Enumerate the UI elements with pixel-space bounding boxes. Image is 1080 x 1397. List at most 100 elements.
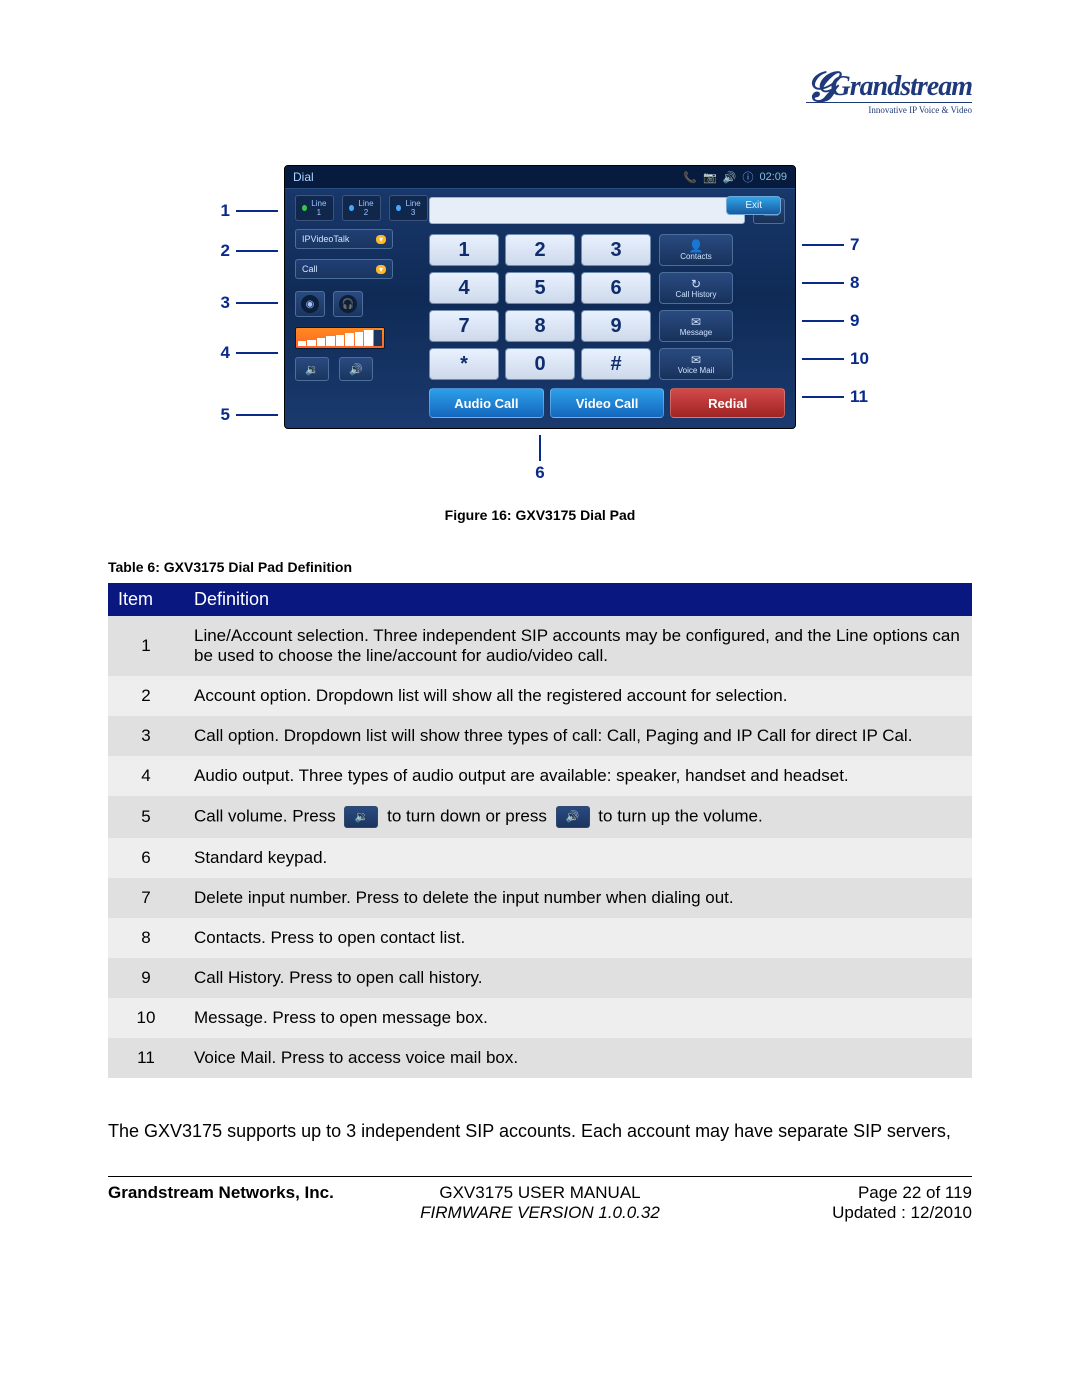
message-button-label: Message [680, 328, 712, 337]
line-tabs: Line 1Line 2Line 3 [295, 195, 419, 221]
table-caption: Table 6: GXV3175 Dial Pad Definition [108, 559, 972, 575]
table-row: 4Audio output. Three types of audio outp… [108, 756, 972, 796]
callhistory-button-label: Call History [676, 290, 717, 299]
row-item: 6 [108, 838, 184, 878]
row-item: 3 [108, 716, 184, 756]
voicemail-button[interactable]: ✉Voice Mail [659, 348, 733, 380]
account-label: IPVideoTalk [302, 234, 349, 244]
callout-2: 2 [215, 241, 278, 261]
key-1[interactable]: 1 [429, 234, 499, 266]
table-row: 7Delete input number. Press to delete th… [108, 878, 972, 918]
row-definition: Voice Mail. Press to access voice mail b… [184, 1038, 972, 1078]
table-row: 5Call volume. Press 🔉 to turn down or pr… [108, 796, 972, 838]
callout-8: 8 [802, 273, 865, 293]
key-2[interactable]: 2 [505, 234, 575, 266]
row-definition: Call volume. Press 🔉 to turn down or pre… [184, 796, 972, 838]
callout-7: 7 [802, 235, 865, 255]
row-item: 4 [108, 756, 184, 796]
key-7[interactable]: 7 [429, 310, 499, 342]
key-8[interactable]: 8 [505, 310, 575, 342]
volume-meter [295, 327, 385, 349]
key-*[interactable]: * [429, 348, 499, 380]
row-definition: Delete input number. Press to delete the… [184, 878, 972, 918]
account-dropdown[interactable]: IPVideoTalk ▾ [295, 229, 393, 249]
volume-down-icon: 🔉 [344, 806, 378, 828]
side-actions: 👤Contacts↻Call History✉Message✉Voice Mai… [659, 234, 733, 380]
key-0[interactable]: 0 [505, 348, 575, 380]
message-button[interactable]: ✉Message [659, 310, 733, 342]
clock: 02:09 [759, 171, 787, 183]
speaker-button[interactable]: ◉ [295, 291, 325, 317]
table-row: 1Line/Account selection. Three independe… [108, 616, 972, 676]
row-item: 7 [108, 878, 184, 918]
status-dot-icon [302, 205, 307, 211]
headset-button[interactable]: 🎧 [333, 291, 363, 317]
line-label: Line 1 [311, 199, 328, 217]
footer-page: Page 22 of 119 [684, 1183, 972, 1203]
exit-button[interactable]: Exit [726, 196, 781, 215]
row-definition: Standard keypad. [184, 838, 972, 878]
info-icon: ⓘ [742, 169, 753, 185]
voicemail-button-icon: ✉ [691, 354, 701, 366]
callout-10: 10 [802, 349, 875, 369]
row-definition: Account option. Dropdown list will show … [184, 676, 972, 716]
keypad: 123 456 789 *0# [429, 234, 651, 380]
volume-icon: 🔊 [723, 171, 737, 184]
volume-down-button[interactable]: 🔉 [295, 357, 329, 381]
col-definition: Definition [184, 583, 972, 616]
definition-table: Item Definition 1Line/Account selection.… [108, 583, 972, 1078]
key-3[interactable]: 3 [581, 234, 651, 266]
brand-logo: 𝒢Grandstream Innovative IP Voice & Video [806, 58, 972, 115]
key-4[interactable]: 4 [429, 272, 499, 304]
footer-updated: Updated : 12/2010 [684, 1203, 972, 1223]
table-row: 10Message. Press to open message box. [108, 998, 972, 1038]
line-label: Line 2 [358, 199, 375, 217]
table-row: 6Standard keypad. [108, 838, 972, 878]
figure: 12345 Dial 📞 📷 🔊 ⓘ 02:09 Exit [108, 152, 972, 523]
phone-icon: 📞 [683, 171, 697, 184]
row-item: 1 [108, 616, 184, 676]
contacts-button-label: Contacts [680, 252, 712, 261]
footer-fw: FIRMWARE VERSION 1.0.0.32 [396, 1203, 684, 1223]
callout-6: 6 [284, 435, 796, 483]
row-item: 11 [108, 1038, 184, 1078]
callout-9: 9 [802, 311, 865, 331]
page-footer: Grandstream Networks, Inc. GXV3175 USER … [108, 1183, 972, 1223]
key-5[interactable]: 5 [505, 272, 575, 304]
callout-4: 4 [215, 343, 278, 363]
volume-up-button[interactable]: 🔊 [339, 357, 373, 381]
calltype-label: Call [302, 264, 318, 274]
status-dot-icon [349, 205, 354, 211]
line-tab-2[interactable]: Line 2 [342, 195, 381, 221]
table-row: 9Call History. Press to open call histor… [108, 958, 972, 998]
body-paragraph: The GXV3175 supports up to 3 independent… [108, 1118, 972, 1146]
calltype-dropdown[interactable]: Call ▾ [295, 259, 393, 279]
row-item: 10 [108, 998, 184, 1038]
audio-output-row: ◉ 🎧 [295, 291, 419, 317]
status-bar: Dial 📞 📷 🔊 ⓘ 02:09 [285, 166, 795, 189]
key-6[interactable]: 6 [581, 272, 651, 304]
status-dot-icon [396, 205, 401, 211]
key-#[interactable]: # [581, 348, 651, 380]
row-item: 5 [108, 796, 184, 838]
callout-3: 3 [215, 293, 278, 313]
key-9[interactable]: 9 [581, 310, 651, 342]
row-item: 8 [108, 918, 184, 958]
line-tab-1[interactable]: Line 1 [295, 195, 334, 221]
row-definition: Call option. Dropdown list will show thr… [184, 716, 972, 756]
row-item: 9 [108, 958, 184, 998]
video-call-button[interactable]: Video Call [550, 388, 665, 418]
row-definition: Audio output. Three types of audio outpu… [184, 756, 972, 796]
window-title: Dial [293, 170, 314, 184]
audio-call-button[interactable]: Audio Call [429, 388, 544, 418]
row-definition: Line/Account selection. Three independen… [184, 616, 972, 676]
callout-5: 5 [215, 405, 278, 425]
callhistory-button[interactable]: ↻Call History [659, 272, 733, 304]
row-definition: Message. Press to open message box. [184, 998, 972, 1038]
message-button-icon: ✉ [691, 316, 701, 328]
contacts-button[interactable]: 👤Contacts [659, 234, 733, 266]
voicemail-button-label: Voice Mail [678, 366, 714, 375]
logo-text: Grandstream [831, 71, 972, 102]
redial-button[interactable]: Redial [670, 388, 785, 418]
footer-company: Grandstream Networks, Inc. [108, 1183, 396, 1203]
